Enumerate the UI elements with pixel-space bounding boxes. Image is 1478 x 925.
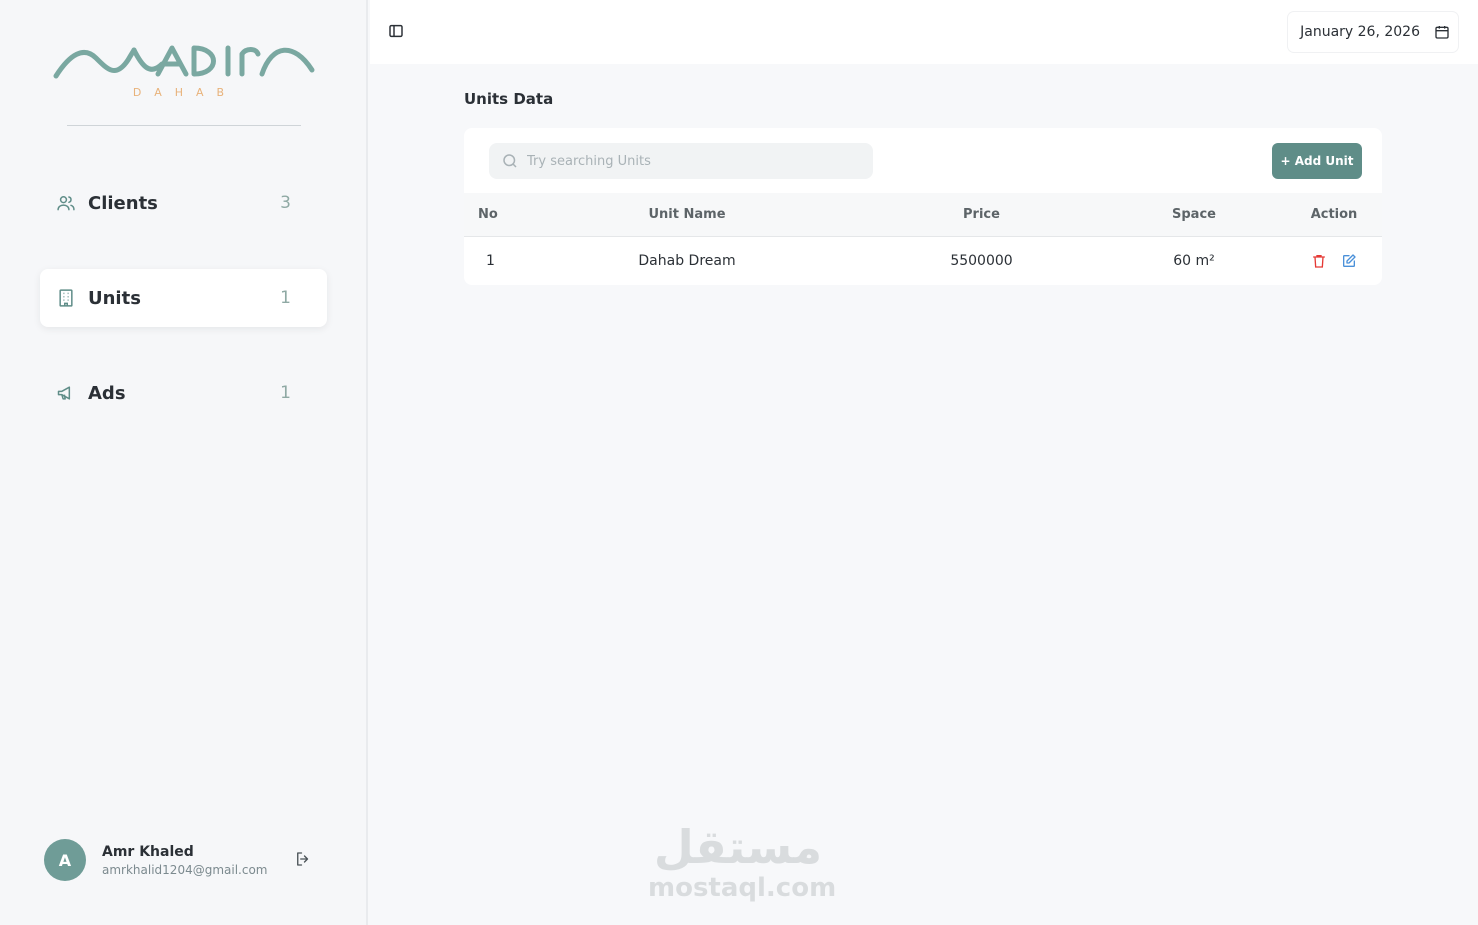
sidebar-item-label: Ads xyxy=(88,382,126,404)
sidebar-item-ads[interactable]: Ads 1 xyxy=(40,364,327,422)
cell-unit-name: Dahab Dream xyxy=(638,253,736,269)
column-header-no: No xyxy=(478,207,498,222)
sidebar-item-clients[interactable]: Clients 3 xyxy=(40,174,327,232)
watermark: مستقل mostaql.com xyxy=(648,820,837,903)
cell-actions xyxy=(1294,237,1374,285)
cell-no: 1 xyxy=(486,253,495,269)
table-row: 1 Dahab Dream 5500000 60 m² xyxy=(464,237,1382,285)
edit-icon[interactable] xyxy=(1341,253,1357,269)
column-header-space: Space xyxy=(1172,207,1216,222)
logo-wordmark xyxy=(53,45,315,79)
units-table-card: + Add Unit No Unit Name Price Space Acti… xyxy=(464,128,1382,285)
cell-space: 60 m² xyxy=(1173,253,1215,269)
sidebar-item-units[interactable]: Units 1 xyxy=(40,269,327,327)
sidebar: DAHAB Clients 3 Units 1 Ads 1 A Amr Khal… xyxy=(0,0,368,925)
avatar[interactable]: A xyxy=(44,839,86,881)
brand-logo: DAHAB xyxy=(50,36,318,106)
sidebar-item-label: Units xyxy=(88,287,141,309)
page-title: Units Data xyxy=(464,90,554,108)
user-profile: A Amr Khaled amrkhalid1204@gmail.com xyxy=(44,839,324,881)
cell-price: 5500000 xyxy=(950,253,1013,269)
add-unit-button[interactable]: + Add Unit xyxy=(1272,143,1362,179)
sidebar-item-count: 1 xyxy=(280,383,291,403)
user-name: Amr Khaled xyxy=(102,843,194,860)
megaphone-icon xyxy=(56,383,76,403)
building-icon xyxy=(56,288,76,308)
logo-subtitle: DAHAB xyxy=(132,86,238,99)
logout-icon[interactable] xyxy=(294,850,314,870)
watermark-arabic: مستقل xyxy=(653,820,823,874)
column-header-unit-name: Unit Name xyxy=(648,207,726,222)
date-picker[interactable]: January 26, 2026 xyxy=(1288,12,1458,52)
user-email: amrkhalid1204@gmail.com xyxy=(102,862,268,877)
current-date: January 26, 2026 xyxy=(1300,24,1420,40)
calendar-icon[interactable] xyxy=(1434,24,1450,40)
search-icon xyxy=(501,152,519,170)
user-info: Amr Khaled amrkhalid1204@gmail.com xyxy=(102,844,294,877)
sidebar-item-count: 1 xyxy=(280,288,291,308)
delete-icon[interactable] xyxy=(1311,253,1327,269)
search-input[interactable] xyxy=(527,153,857,169)
table-header: No Unit Name Price Space Action xyxy=(464,193,1382,237)
search-bar[interactable] xyxy=(489,143,873,179)
column-header-price: Price xyxy=(963,207,1000,222)
topbar: January 26, 2026 xyxy=(370,0,1478,64)
users-icon xyxy=(56,193,76,213)
sidebar-item-label: Clients xyxy=(88,192,158,214)
column-header-action: Action xyxy=(1310,207,1358,222)
logo-divider xyxy=(67,125,301,126)
sidebar-toggle-icon[interactable] xyxy=(388,23,406,41)
sidebar-item-count: 3 xyxy=(280,193,291,213)
watermark-url: mostaql.com xyxy=(648,873,837,903)
